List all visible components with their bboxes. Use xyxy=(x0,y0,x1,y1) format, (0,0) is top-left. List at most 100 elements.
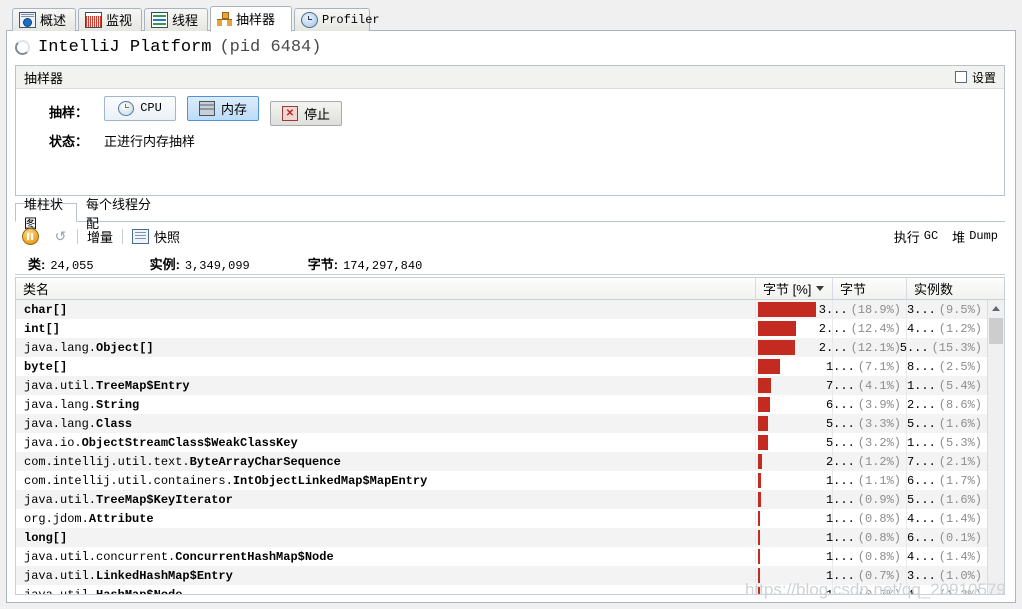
table-row[interactable]: org.jdom.Attribute 1... (0.8%) 4... (1.4%) xyxy=(16,509,987,528)
main-tab-3[interactable]: 线程 xyxy=(144,8,208,31)
column-header-class-name[interactable]: 类名 xyxy=(16,278,756,299)
main-tab-5[interactable]: Profiler xyxy=(294,8,380,31)
instances-percent: (8.6%) xyxy=(938,397,982,412)
class-package: java.io. xyxy=(24,435,82,450)
instances-percent: (2.1%) xyxy=(938,454,982,469)
bytes-percent: (18.9%) xyxy=(850,302,901,317)
scroll-up-button[interactable] xyxy=(988,300,1004,316)
cell-class-name: java.util.LinkedHashMap$Entry xyxy=(16,568,756,583)
table-row[interactable]: java.lang.String 6... (3.9%) 2... (8.6%) xyxy=(16,395,987,414)
heap-dump-button[interactable]: 堆 Dump xyxy=(952,227,998,246)
table-row[interactable]: java.util.TreeMap$Entry 7... (4.1%) 1... (5.… xyxy=(16,376,987,395)
sampler-group-header: 抽样器 设置 xyxy=(16,66,1004,89)
table-row[interactable]: int[] 2... (12.4%) 4... (1.2%) xyxy=(16,319,987,338)
stat-instances: 实例: 3,349,099 xyxy=(150,254,250,273)
table-row[interactable]: java.util.concurrent.ConcurrentHashMap$N… xyxy=(16,547,987,566)
table-row[interactable]: java.lang.Class 5... (3.3%) 5... (1.6%) xyxy=(16,414,987,433)
table-row[interactable]: char[] 3... (18.9%) 3... (9.5%) xyxy=(16,300,987,319)
snapshot-button[interactable]: 快照 xyxy=(125,227,187,246)
refresh-button[interactable]: ↺ xyxy=(46,228,75,244)
table-row[interactable]: java.util.HashMap$Node1...(0.7%)4...(1.2… xyxy=(16,585,987,594)
cell-bytes: 2... (1.2%) xyxy=(826,452,907,471)
bytes-percent-bar xyxy=(758,378,771,393)
chevron-up-icon xyxy=(992,305,1000,311)
table-row[interactable]: java.util.LinkedHashMap$Entry 1... (0.7%) 3… xyxy=(16,566,987,585)
cell-instances: 4...(1.2%) xyxy=(907,585,987,595)
instances-percent: (2.5%) xyxy=(938,359,982,374)
instances-value: 5... xyxy=(899,340,929,355)
monitor-icon xyxy=(85,12,102,28)
histogram-tab-1[interactable]: 堆柱状图 xyxy=(15,197,77,231)
main-tab-2[interactable]: 监视 xyxy=(78,8,142,31)
table-body: char[] 3... (18.9%) 3... (9.5%) int[] 2... (12.… xyxy=(16,300,987,594)
class-package: java.lang. xyxy=(24,416,97,431)
bytes-value: 1... xyxy=(825,359,855,374)
cell-class-name: char[] xyxy=(16,302,756,317)
cell-bytes: 1... (0.8%) xyxy=(826,547,907,566)
perform-gc-button[interactable]: 执行 GC xyxy=(894,227,938,246)
cell-instances: 1... (5.3%) xyxy=(907,433,987,452)
vertical-scrollbar[interactable] xyxy=(987,300,1004,594)
sampler-button-3[interactable]: ✕ 停止 xyxy=(270,101,342,127)
stat-bytes-label: 字节: xyxy=(307,257,339,272)
column-header-instances-label: 实例数 xyxy=(914,282,954,297)
loading-spinner-icon xyxy=(15,40,30,55)
bytes-percent-bar xyxy=(758,340,796,355)
instances-value: 5... xyxy=(906,492,936,507)
main-tab-1[interactable]: 概述 xyxy=(12,8,76,31)
cell-bytes: 7... (4.1%) xyxy=(826,376,907,395)
table-row[interactable]: byte[] 1... (7.1%) 8... (2.5%) xyxy=(16,357,987,376)
cell-instances: 3... (1.0%) xyxy=(907,566,987,585)
sampler-button-1[interactable]: CPU xyxy=(104,95,176,121)
cell-bytes: 1... (0.8%) xyxy=(826,528,907,547)
profiler-icon xyxy=(301,12,318,28)
table-header-row: 类名 字节 [%] 字节 实例数 xyxy=(16,278,1004,300)
bytes-value: 1... xyxy=(825,492,855,507)
bytes-percent-bar xyxy=(758,568,761,583)
settings-label: 设置 xyxy=(971,70,996,85)
cell-bytes: 2... (12.4%) xyxy=(819,319,907,338)
table-row[interactable]: com.intellij.util.text.ByteArrayCharSequ… xyxy=(16,452,987,471)
table-row[interactable]: java.util.TreeMap$KeyIterator 1... (0.9%) 5… xyxy=(16,490,987,509)
bytes-percent-bar xyxy=(758,492,761,507)
table-row[interactable]: long[] 1... (0.8%) 6... (0.1%) xyxy=(16,528,987,547)
bytes-value: 2... xyxy=(818,340,848,355)
class-package: java.lang. xyxy=(24,397,97,412)
perform-gc-value: GC xyxy=(923,229,939,243)
scrollbar-thumb[interactable] xyxy=(989,318,1003,344)
cell-bytes-bar xyxy=(756,566,833,585)
cell-bytes-bar xyxy=(756,490,833,509)
delta-button[interactable]: 增量 xyxy=(80,227,120,246)
pause-button[interactable] xyxy=(15,227,46,245)
class-package: org.jdom. xyxy=(24,511,89,526)
table-row[interactable]: java.io.ObjectStreamClass$WeakClassKey 5.… xyxy=(16,433,987,452)
table-row[interactable]: java.lang.Object[] 2... (12.1%) 5... (15.3%) xyxy=(16,338,987,357)
main-tab-label: 监视 xyxy=(106,12,133,28)
bytes-value: 6... xyxy=(825,397,855,412)
settings-checkbox[interactable]: 设置 xyxy=(954,69,996,86)
histogram-tab-2[interactable]: 每个线程分配 xyxy=(77,197,169,231)
bytes-value: 1... xyxy=(825,568,855,583)
instances-value: 1... xyxy=(906,435,936,450)
cell-bytes: 2... (12.1%) xyxy=(819,338,907,357)
checkbox-box[interactable] xyxy=(954,71,967,83)
bytes-percent: (0.9%) xyxy=(857,492,901,507)
cell-bytes-bar xyxy=(756,585,833,594)
class-simple-name: Object[] xyxy=(96,340,154,355)
column-header-bytes-pct[interactable]: 字节 [%] xyxy=(756,278,833,299)
bytes-percent: (1.2%) xyxy=(857,454,901,469)
table-row[interactable]: com.intellij.util.containers.IntObjectLi… xyxy=(16,471,987,490)
cell-bytes: 3... (18.9%) xyxy=(819,300,907,319)
stat-classes-label: 类: xyxy=(28,257,46,272)
class-package: java.util.concurrent. xyxy=(24,549,176,564)
column-header-bytes[interactable]: 字节 xyxy=(833,278,907,299)
bytes-percent-bar xyxy=(758,511,761,526)
column-header-instances[interactable]: 实例数 xyxy=(907,278,987,299)
sampler-button-2[interactable]: 内存 xyxy=(187,95,259,121)
overview-icon xyxy=(19,12,36,28)
bytes-percent-bar xyxy=(758,416,769,431)
bytes-value: 1... xyxy=(825,473,855,488)
cell-bytes: 5... (3.2%) xyxy=(826,433,907,452)
class-simple-name: Attribute xyxy=(88,511,154,526)
main-tab-4[interactable]: 抽样器 xyxy=(210,6,292,32)
